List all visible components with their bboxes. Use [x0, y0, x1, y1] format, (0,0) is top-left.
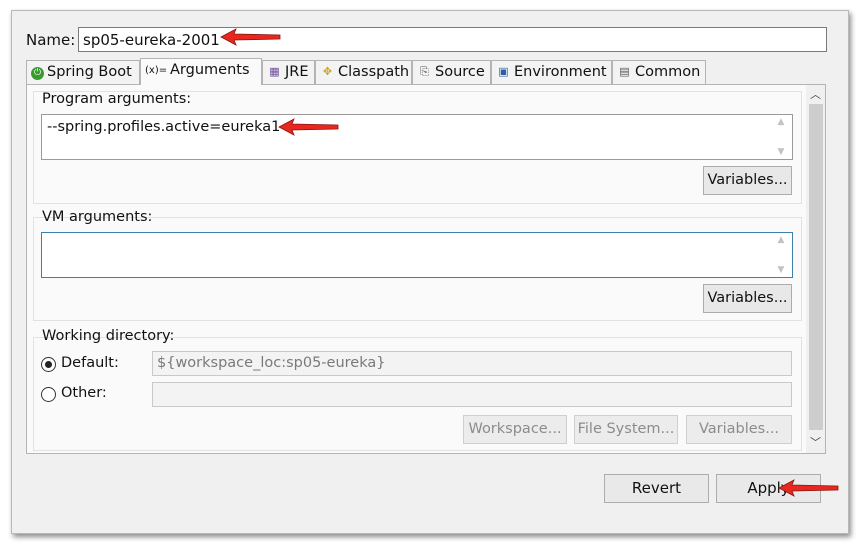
common-icon: ▤: [619, 65, 630, 78]
scrollbar-thumb[interactable]: [809, 104, 823, 430]
vm-variables-button[interactable]: Variables...: [703, 284, 792, 313]
classpath-icon: ✥: [322, 65, 333, 78]
tab-environment[interactable]: ▣ Environment: [491, 60, 612, 84]
working-directory-label: Working directory:: [42, 328, 175, 344]
tab-bar: ⏻ Spring Boot (x)= Arguments ▦ JRE ✥ Classpa…: [26, 58, 826, 85]
tab-label: Environment: [514, 64, 607, 80]
default-directory-field: ${workspace_loc:sp05-eureka}: [152, 351, 792, 376]
textarea-scroll-arrows: ▲ ▼: [777, 117, 785, 157]
tab-label: Spring Boot: [47, 64, 132, 80]
textarea-scroll-arrows: ▲ ▼: [777, 235, 785, 275]
name-input[interactable]: sp05-eureka-2001: [78, 27, 827, 52]
tab-label: Classpath: [338, 64, 410, 80]
default-radio-label: Default:: [61, 355, 119, 371]
vm-arguments-label: VM arguments:: [42, 209, 153, 225]
tab-jre[interactable]: ▦ JRE: [262, 60, 315, 84]
other-radio-label: Other:: [61, 385, 107, 401]
tab-label: Common: [635, 64, 701, 80]
jre-icon: ▦: [269, 65, 280, 78]
arguments-panel: Program arguments: --spring.profiles.act…: [26, 84, 826, 454]
program-arguments-input[interactable]: --spring.profiles.active=eureka1 ▲ ▼: [41, 114, 793, 160]
revert-button[interactable]: Revert: [604, 474, 709, 503]
tab-source[interactable]: ⎘ Source: [412, 60, 491, 84]
program-arguments-value: --spring.profiles.active=eureka1: [47, 119, 281, 135]
annotation-arrow-icon: [278, 118, 339, 136]
tab-label: Source: [435, 64, 485, 80]
working-variables-button[interactable]: Variables...: [686, 415, 792, 444]
tab-label: Arguments: [170, 62, 250, 78]
spring-boot-icon: ⏻: [31, 67, 44, 80]
vm-arguments-input[interactable]: ▲ ▼: [41, 232, 793, 278]
tab-arguments[interactable]: (x)= Arguments: [140, 58, 262, 85]
tab-classpath[interactable]: ✥ Classpath: [315, 60, 412, 84]
environment-icon: ▣: [498, 65, 509, 78]
default-radio[interactable]: [41, 357, 56, 372]
tab-common[interactable]: ▤ Common: [612, 60, 706, 84]
annotation-arrow-icon: [220, 28, 281, 46]
program-variables-button[interactable]: Variables...: [703, 166, 792, 195]
vertical-scrollbar[interactable]: ︿ ﹀: [806, 85, 825, 453]
tab-spring-boot[interactable]: ⏻ Spring Boot: [26, 60, 140, 84]
source-icon: ⎘: [420, 65, 429, 78]
tab-label: JRE: [285, 64, 309, 80]
other-radio[interactable]: [41, 387, 56, 402]
file-system-button[interactable]: File System...: [574, 415, 678, 444]
arguments-icon: (x)=: [145, 65, 168, 76]
workspace-button[interactable]: Workspace...: [463, 415, 567, 444]
program-arguments-label: Program arguments:: [42, 91, 192, 107]
name-label: Name:: [26, 31, 76, 49]
scroll-up-icon[interactable]: ︿: [806, 86, 825, 102]
annotation-arrow-icon: [778, 479, 839, 497]
scroll-down-icon[interactable]: ﹀: [806, 434, 825, 450]
other-directory-field[interactable]: [152, 382, 792, 407]
